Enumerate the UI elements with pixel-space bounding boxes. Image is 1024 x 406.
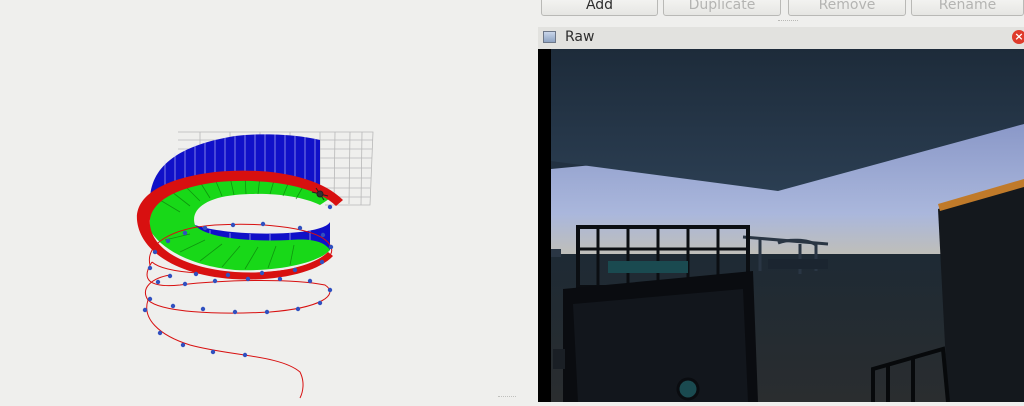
image-icon [543, 31, 556, 43]
duplicate-button[interactable]: Duplicate [663, 0, 781, 16]
splitter-grip[interactable] [778, 20, 798, 24]
3d-viewport[interactable] [0, 0, 530, 402]
image-panel-header: Raw × [538, 27, 1024, 50]
rename-button[interactable]: Rename [911, 0, 1024, 16]
remove-button[interactable]: Remove [788, 0, 906, 16]
close-icon[interactable]: × [1012, 30, 1024, 44]
image-panel-title: Raw [565, 29, 595, 45]
add-button[interactable]: Add [541, 0, 658, 16]
camera-scene [538, 49, 1024, 402]
trajectory-visualization [136, 131, 374, 399]
right-pane: Add Duplicate Remove Rename Raw × [538, 0, 1024, 402]
toolbar: Add Duplicate Remove Rename [538, 0, 1024, 18]
pane-splitter[interactable] [530, 0, 538, 402]
resize-grip[interactable] [498, 396, 516, 401]
raw-camera-image [538, 49, 1024, 402]
